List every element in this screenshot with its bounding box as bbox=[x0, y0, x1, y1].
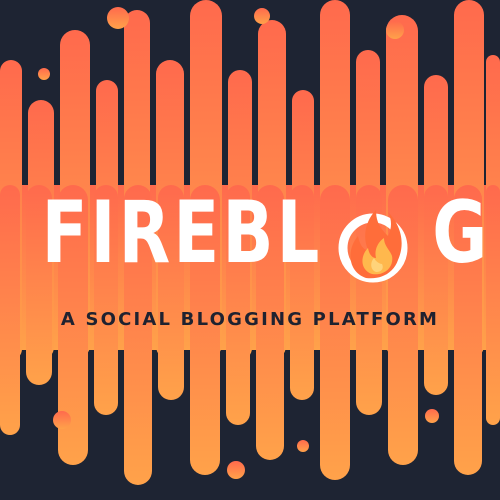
brand-title-left: FIREBL bbox=[41, 183, 323, 283]
tagline: A SOCIAL BLOGGING PLATFORM bbox=[60, 309, 440, 330]
fireblog-banner: FIREBL G A SOCIAL BLOGGING PLATFORM bbox=[0, 0, 500, 500]
brand-title: FIREBL G bbox=[0, 178, 500, 288]
brand-title-right: G bbox=[431, 183, 491, 283]
flame-icon bbox=[338, 210, 408, 283]
